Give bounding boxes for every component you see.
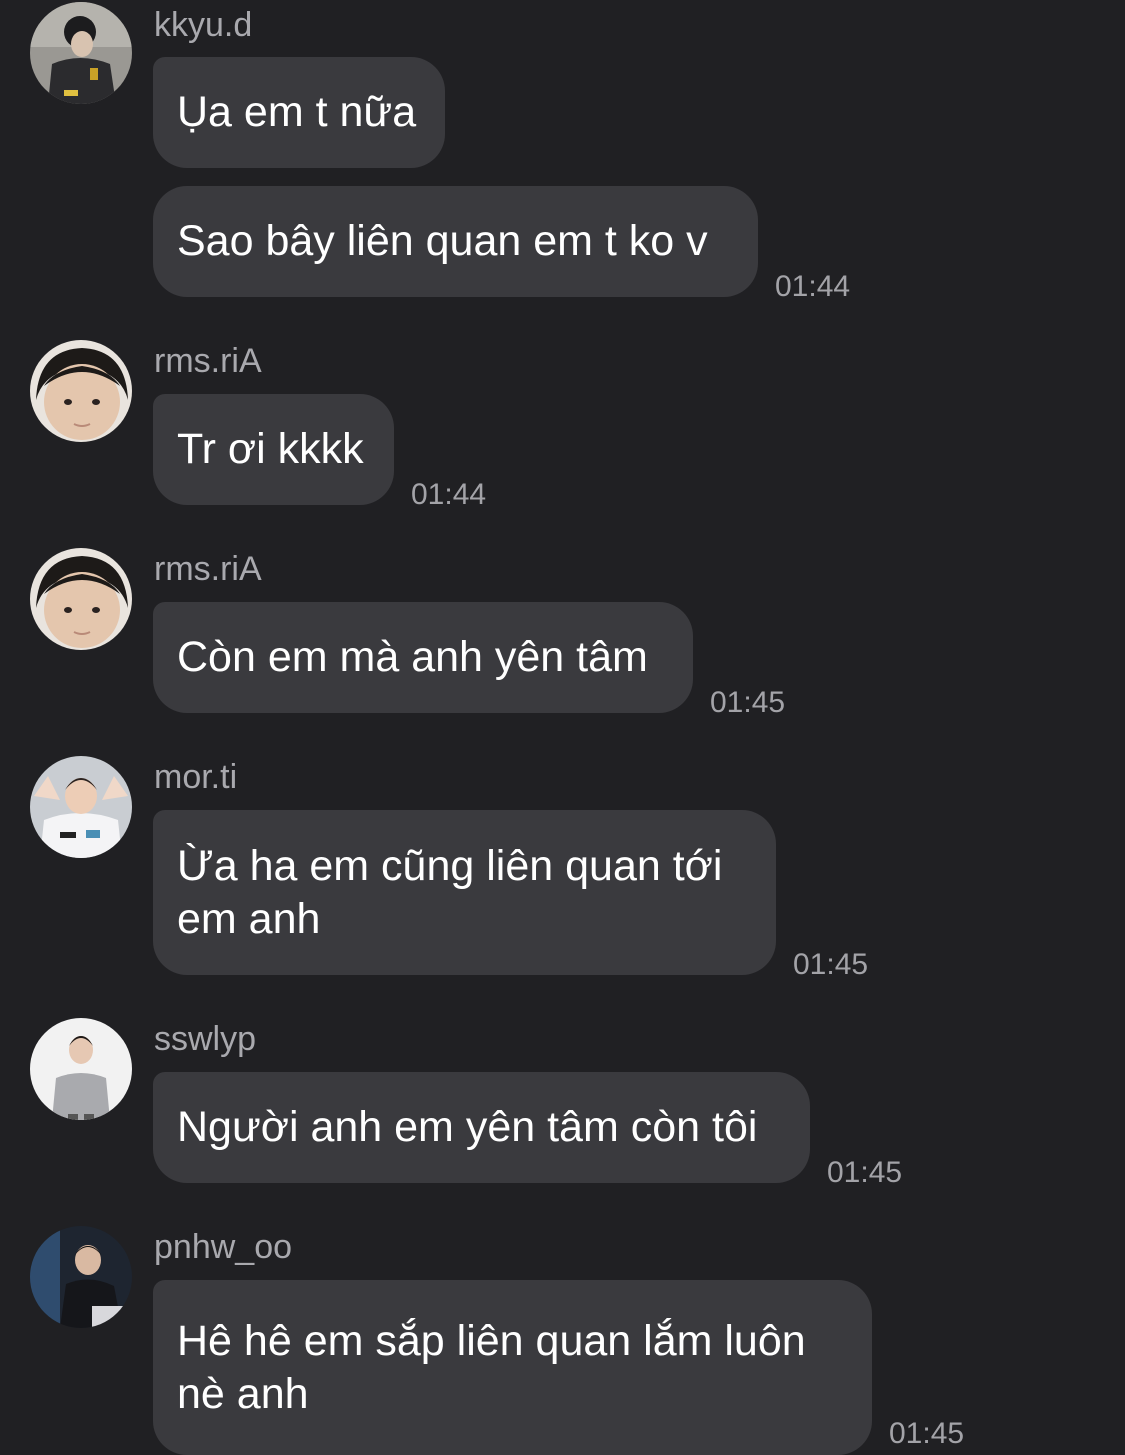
- message-text: Sao bây liên quan em t ko v: [177, 217, 708, 265]
- message-timestamp: 01:45: [710, 686, 786, 719]
- sender-name: mor.ti: [154, 758, 238, 796]
- message-text: Người anh em yên tâm còn tôi: [177, 1103, 758, 1151]
- sender-name: rms.riA: [154, 550, 262, 588]
- message-text: Ừa ha em cũng liên quan tới em anh: [177, 841, 723, 943]
- avatar-photo-icon: [30, 340, 132, 442]
- message-text: Ụa em t nữa: [177, 88, 417, 136]
- avatar[interactable]: [30, 2, 132, 104]
- message-bubble[interactable]: Ừa ha em cũng liên quan tới em anh: [153, 810, 776, 975]
- avatar[interactable]: [30, 1226, 132, 1328]
- message-bubble[interactable]: Còn em mà anh yên tâm: [153, 602, 693, 713]
- message-timestamp: 01:45: [827, 1156, 903, 1189]
- message-bubble[interactable]: Hê hê em sắp liên quan lắm luôn nè anh: [153, 1280, 872, 1455]
- message-timestamp: 01:44: [775, 270, 851, 303]
- sender-name: pnhw_oo: [154, 1228, 293, 1266]
- message-bubble[interactable]: Tr ơi kkkk: [153, 394, 394, 505]
- message-text: Hê hê em sắp liên quan lắm luôn nè anh: [177, 1316, 806, 1418]
- avatar[interactable]: [30, 340, 132, 442]
- avatar-photo-icon: [30, 756, 132, 858]
- message-bubble[interactable]: Ụa em t nữa: [153, 57, 445, 168]
- message-bubble[interactable]: Sao bây liên quan em t ko v: [153, 186, 758, 297]
- sender-name: kkyu.d: [154, 6, 253, 44]
- message-bubble[interactable]: Người anh em yên tâm còn tôi: [153, 1072, 810, 1183]
- message-timestamp: 01:44: [411, 478, 487, 511]
- message-timestamp: 01:45: [793, 948, 869, 981]
- avatar-photo-icon: [30, 1226, 132, 1328]
- sender-name: sswlyp: [154, 1020, 257, 1058]
- sender-name: rms.riA: [154, 342, 262, 380]
- avatar-photo-icon: [30, 548, 132, 650]
- avatar-photo-icon: [30, 1018, 132, 1120]
- avatar[interactable]: [30, 548, 132, 650]
- message-text: Tr ơi kkkk: [177, 425, 364, 473]
- message-text: Còn em mà anh yên tâm: [177, 633, 648, 681]
- avatar[interactable]: [30, 756, 132, 858]
- avatar-photo-icon: [30, 2, 132, 104]
- avatar[interactable]: [30, 1018, 132, 1120]
